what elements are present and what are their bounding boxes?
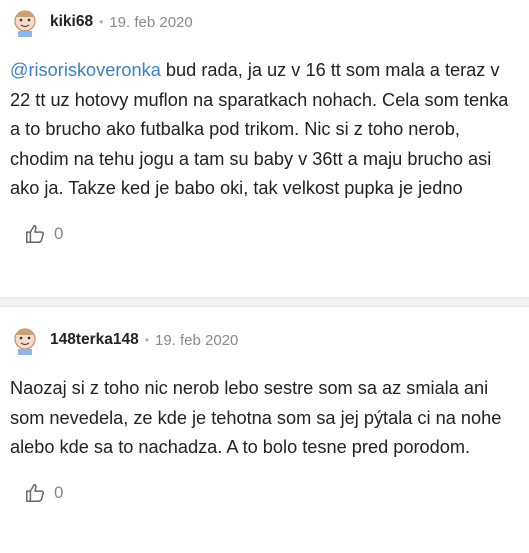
comment-body: Naozaj si z toho nic nerob lebo sestre s… [10, 378, 502, 458]
username[interactable]: kiki68 [50, 13, 93, 31]
separator: • [144, 333, 149, 347]
comment-text: Naozaj si z toho nic nerob lebo sestre s… [10, 374, 515, 463]
comment-2: 148terka148 • 19. feb 2020 Naozaj si z t… [0, 320, 529, 507]
comment-date: 19. feb 2020 [109, 13, 193, 31]
comment-header: 148terka148 • 19. feb 2020 [10, 320, 519, 360]
comment-body: bud rada, ja uz v 16 tt som mala a teraz… [10, 60, 509, 199]
avatar-icon[interactable] [10, 7, 40, 37]
avatar-icon[interactable] [10, 325, 40, 355]
like-count: 0 [54, 223, 64, 243]
comment-text: @risoriskoveronka bud rada, ja uz v 16 t… [10, 56, 515, 204]
like-button[interactable]: 0 [24, 220, 519, 248]
username[interactable]: 148terka148 [50, 331, 139, 349]
like-button[interactable]: 0 [24, 479, 519, 507]
comment-date: 19. feb 2020 [154, 331, 239, 349]
comment-1: kiki68 • 19. feb 2020 @risoriskoveronka … [0, 0, 529, 297]
thumbs-up-icon[interactable] [24, 482, 46, 504]
like-count: 0 [54, 482, 64, 502]
separator: • [99, 15, 104, 29]
comment-divider [0, 297, 529, 307]
mention-link[interactable]: @risoriskoveronka [10, 60, 161, 80]
comment-header: kiki68 • 19. feb 2020 [10, 0, 519, 42]
thumbs-up-icon[interactable] [24, 223, 46, 245]
